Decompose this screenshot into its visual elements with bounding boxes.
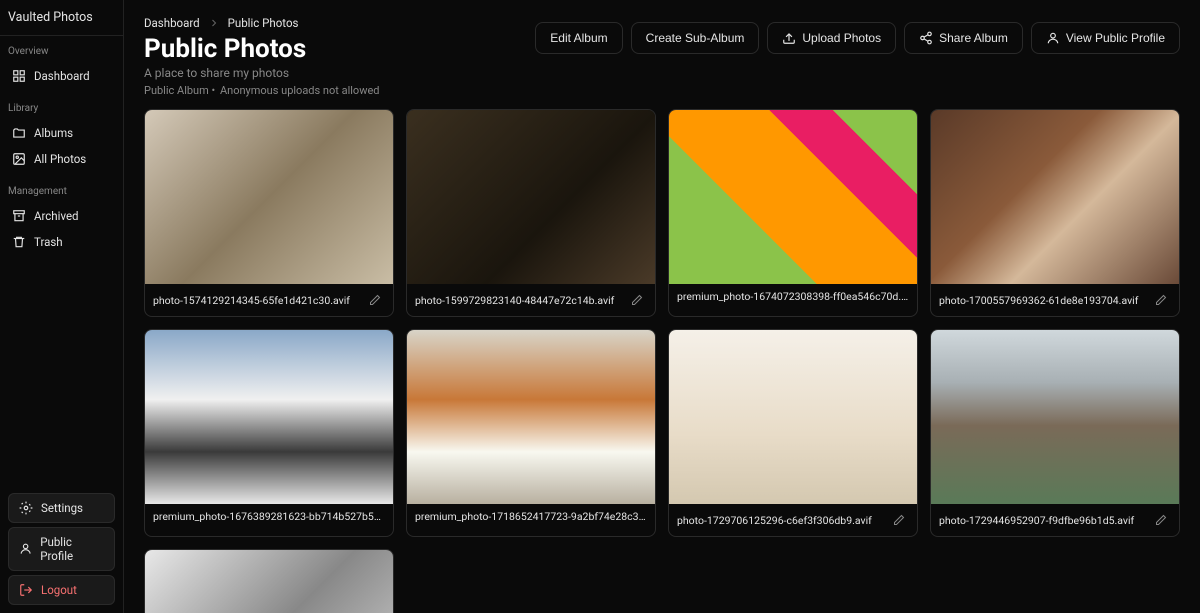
pencil-icon[interactable] — [889, 510, 909, 530]
photo-filename: photo-1599729823140-48447e72c14b.avif — [415, 294, 621, 307]
photo-card[interactable]: photo-1729706125296-c6ef3f306db9.avif — [668, 329, 918, 537]
pencil-icon[interactable] — [627, 290, 647, 310]
sidebar-section-library: Library Albums All Photos — [0, 93, 123, 176]
photo-thumbnail[interactable] — [407, 330, 655, 504]
page-meta: Public Album • Anonymous uploads not all… — [144, 84, 382, 97]
app-name: Vaulted Photos — [0, 0, 123, 36]
photo-thumbnail[interactable] — [931, 110, 1179, 284]
photo-card-footer: photo-1729446952907-f9dfbe96b1d5.avif — [931, 504, 1179, 536]
folder-icon — [12, 126, 26, 140]
sidebar-footer: Settings Public Profile Logout — [0, 485, 123, 613]
breadcrumb-current[interactable]: Public Photos — [228, 16, 299, 30]
sidebar-item-archived[interactable]: Archived — [8, 203, 115, 229]
main-content: Dashboard Public Photos Public Photos A … — [124, 0, 1200, 613]
create-sub-album-button[interactable]: Create Sub-Album — [631, 22, 760, 54]
trash-icon — [12, 235, 26, 249]
meta-type: Public Album • — [144, 84, 215, 97]
sidebar-label-overview: Overview — [8, 46, 115, 57]
photo-thumbnail[interactable] — [145, 110, 393, 284]
button-label: Settings — [41, 501, 83, 515]
archive-icon — [12, 209, 26, 223]
public-profile-button[interactable]: Public Profile — [8, 527, 115, 571]
view-public-profile-button[interactable]: View Public Profile — [1031, 22, 1180, 54]
sidebar-label-library: Library — [8, 103, 115, 114]
photo-card-footer: premium_photo-1718652417723-9a2bf74e28c3… — [407, 504, 655, 529]
photo-card-footer: photo-1700557969362-61de8e193704.avif — [931, 284, 1179, 316]
sidebar-item-albums[interactable]: Albums — [8, 120, 115, 146]
button-label: Create Sub-Album — [646, 31, 745, 45]
photo-card[interactable]: photo-1729446952907-f9dfbe96b1d5.avif — [930, 329, 1180, 537]
photo-thumbnail[interactable] — [407, 110, 655, 284]
button-label: Logout — [41, 583, 77, 597]
meta-uploads: Anonymous uploads not allowed — [220, 84, 380, 97]
photo-card[interactable]: photo-1599729823140-48447e72c14b.avif — [406, 109, 656, 317]
share-icon — [919, 31, 933, 45]
sidebar-item-trash[interactable]: Trash — [8, 229, 115, 255]
photo-card[interactable]: photo-1574129214345-65fe1d421c30.avif — [144, 109, 394, 317]
page-subtitle: A place to share my photos — [144, 66, 382, 80]
button-label: Upload Photos — [802, 31, 881, 45]
photo-card-footer: photo-1574129214345-65fe1d421c30.avif — [145, 284, 393, 316]
chevron-right-icon — [208, 17, 220, 29]
photo-card[interactable] — [144, 549, 394, 613]
share-album-button[interactable]: Share Album — [904, 22, 1023, 54]
action-bar: Edit Album Create Sub-Album Upload Photo… — [535, 22, 1180, 54]
photo-card[interactable]: photo-1700557969362-61de8e193704.avif — [930, 109, 1180, 317]
gear-icon — [19, 501, 33, 515]
logout-icon — [19, 583, 33, 597]
edit-album-button[interactable]: Edit Album — [535, 22, 622, 54]
sidebar-item-label: Trash — [34, 235, 63, 249]
photo-filename: photo-1574129214345-65fe1d421c30.avif — [153, 294, 359, 307]
photo-grid: photo-1574129214345-65fe1d421c30.avif pho… — [144, 109, 1180, 613]
photo-thumbnail[interactable] — [145, 550, 393, 613]
sidebar-item-label: All Photos — [34, 152, 86, 166]
sidebar-section-overview: Overview Dashboard — [0, 36, 123, 93]
photo-thumbnail[interactable] — [669, 330, 917, 504]
photo-card[interactable]: premium_photo-1676389281623-bb714b527b50… — [144, 329, 394, 537]
sidebar-item-label: Albums — [34, 126, 73, 140]
logout-button[interactable]: Logout — [8, 575, 115, 605]
dashboard-icon — [12, 69, 26, 83]
photo-card-footer: photo-1599729823140-48447e72c14b.avif — [407, 284, 655, 316]
sidebar-item-label: Dashboard — [34, 69, 90, 83]
photo-filename: premium_photo-1718652417723-9a2bf74e28c3… — [415, 510, 647, 523]
photo-filename: premium_photo-1674072308398-ff0ea546c70d… — [677, 290, 909, 303]
photo-filename: premium_photo-1676389281623-bb714b527b50… — [153, 510, 385, 523]
photo-thumbnail[interactable] — [669, 110, 917, 284]
breadcrumb-root[interactable]: Dashboard — [144, 16, 200, 30]
photo-filename: photo-1729706125296-c6ef3f306db9.avif — [677, 514, 883, 527]
sidebar-item-all-photos[interactable]: All Photos — [8, 146, 115, 172]
page-title: Public Photos — [144, 34, 382, 64]
image-icon — [12, 152, 26, 166]
photo-thumbnail[interactable] — [931, 330, 1179, 504]
pencil-icon[interactable] — [1151, 510, 1171, 530]
photo-card[interactable]: premium_photo-1718652417723-9a2bf74e28c3… — [406, 329, 656, 537]
photo-card[interactable]: premium_photo-1674072308398-ff0ea546c70d… — [668, 109, 918, 317]
sidebar-label-management: Management — [8, 186, 115, 197]
upload-photos-button[interactable]: Upload Photos — [767, 22, 896, 54]
breadcrumb: Dashboard Public Photos — [144, 16, 382, 30]
settings-button[interactable]: Settings — [8, 493, 115, 523]
button-label: Edit Album — [550, 31, 607, 45]
photo-thumbnail[interactable] — [145, 330, 393, 504]
sidebar: Vaulted Photos Overview Dashboard Librar… — [0, 0, 124, 613]
photo-card-footer: premium_photo-1676389281623-bb714b527b50… — [145, 504, 393, 529]
button-label: Public Profile — [40, 535, 104, 563]
sidebar-section-management: Management Archived Trash — [0, 176, 123, 259]
sidebar-item-label: Archived — [34, 209, 79, 223]
photo-card-footer: photo-1729706125296-c6ef3f306db9.avif — [669, 504, 917, 536]
pencil-icon[interactable] — [365, 290, 385, 310]
pencil-icon[interactable] — [1151, 290, 1171, 310]
sidebar-item-dashboard[interactable]: Dashboard — [8, 63, 115, 89]
button-label: Share Album — [939, 31, 1008, 45]
upload-icon — [782, 31, 796, 45]
photo-filename: photo-1700557969362-61de8e193704.avif — [939, 294, 1145, 307]
photo-filename: photo-1729446952907-f9dfbe96b1d5.avif — [939, 514, 1145, 527]
button-label: View Public Profile — [1066, 31, 1165, 45]
photo-card-footer: premium_photo-1674072308398-ff0ea546c70d… — [669, 284, 917, 309]
user-icon — [1046, 31, 1060, 45]
user-icon — [19, 542, 32, 556]
